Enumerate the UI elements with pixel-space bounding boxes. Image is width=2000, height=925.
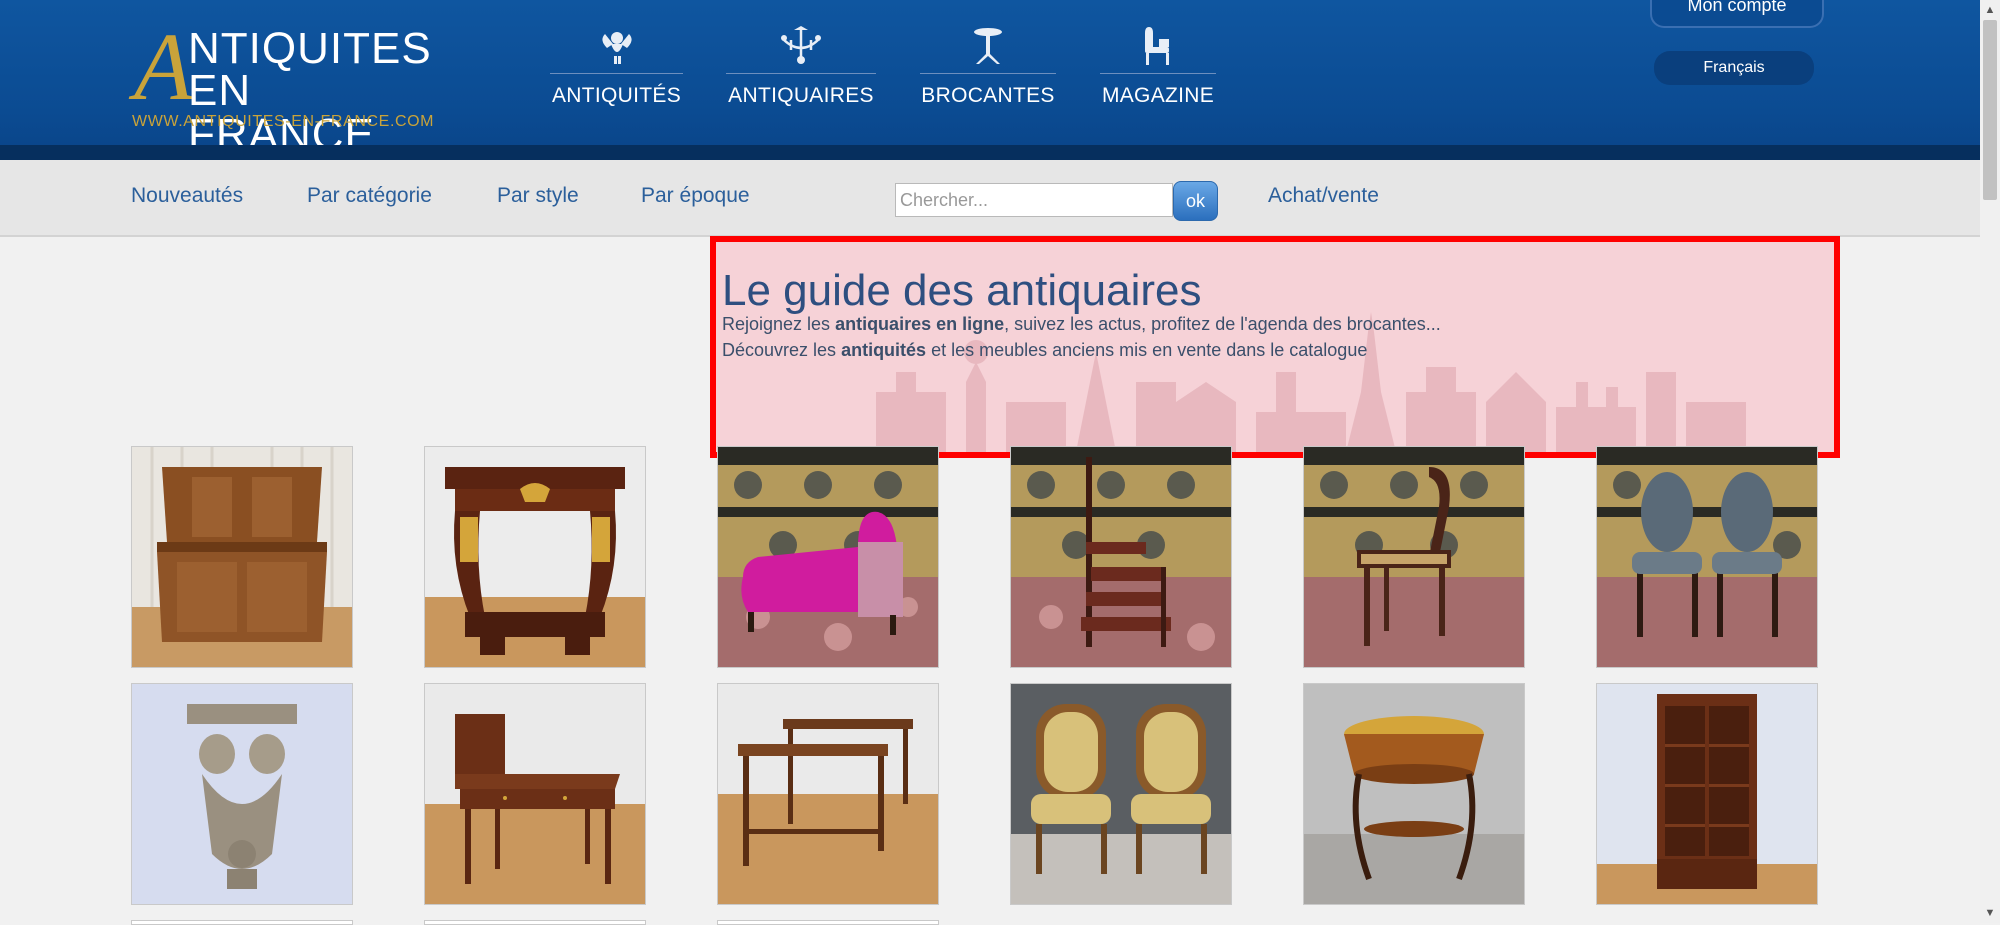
chandelier-icon (726, 25, 876, 67)
banner-title: Le guide des antiquaires (722, 266, 1202, 315)
logo-letter: A (134, 13, 193, 120)
product-pair-of-armchairs[interactable] (1010, 683, 1232, 905)
sub-navigation: Nouveautés Par catégorie Par style Par é… (0, 160, 1980, 237)
search-input[interactable] (895, 183, 1173, 217)
link-antiquites[interactable]: antiquités (841, 340, 926, 360)
nav-label: ANTIQUAIRES (728, 84, 874, 107)
account-button[interactable]: Mon compte (1650, 0, 1824, 28)
site-logo[interactable]: A NTIQUITES EN FRANCE WWW.ANTIQUITES-EN-… (130, 19, 450, 157)
language-selector[interactable]: Français (1654, 51, 1814, 85)
guide-banner: Le guide des antiquaires Rejoignez les a… (710, 236, 1840, 458)
link-antiquaires-en-ligne[interactable]: antiquaires en ligne (835, 314, 1004, 334)
scroll-down-icon[interactable]: ▼ (1980, 903, 2000, 923)
subnav-par-epoque[interactable]: Par époque (641, 184, 750, 208)
product-pink-chaise-longue[interactable] (717, 446, 939, 668)
product-pair-of-chairs[interactable] (1596, 446, 1818, 668)
page-scrollbar[interactable]: ▲ ▼ (1980, 0, 2000, 923)
logo-url: WWW.ANTIQUITES-EN-FRANCE.COM (132, 113, 435, 130)
product-writing-desk[interactable] (424, 683, 646, 905)
search-submit-button[interactable]: ok (1173, 181, 1218, 221)
site-header: A NTIQUITES EN FRANCE WWW.ANTIQUITES-EN-… (0, 0, 1980, 160)
header-bottom-bar (0, 145, 1980, 160)
scrollbar-thumb[interactable] (1983, 20, 1997, 200)
product-walnut-buffet[interactable] (131, 446, 353, 668)
chair-icon (1100, 25, 1216, 67)
nav-label: BROCANTES (921, 84, 1055, 107)
product-cane-chair[interactable] (1303, 446, 1525, 668)
pedestal-table-icon (920, 25, 1056, 67)
nav-label: MAGAZINE (1101, 84, 1215, 107)
product-empire-console[interactable] (424, 446, 646, 668)
logo-line-1: NTIQUITES (188, 24, 432, 73)
product-spiral-library-steps[interactable] (1010, 446, 1232, 668)
scroll-up-icon[interactable]: ▲ (1980, 0, 2000, 20)
product-marquetry-planter[interactable] (1303, 683, 1525, 905)
nav-magazine[interactable]: MAGAZINE (1100, 25, 1216, 110)
nav-antiquites[interactable]: ANTIQUITÉS (550, 25, 683, 110)
cherub-icon (550, 25, 683, 67)
nav-antiquaires[interactable]: ANTIQUAIRES (726, 25, 876, 110)
nav-label: ANTIQUITÉS (551, 84, 681, 107)
subnav-par-style[interactable]: Par style (497, 184, 579, 208)
product-console-pair[interactable] (717, 683, 939, 905)
product-stone-cherub-sculpture[interactable] (131, 683, 353, 905)
subnav-par-categorie[interactable]: Par catégorie (307, 184, 432, 208)
product-glazed-bookcase[interactable] (1596, 683, 1818, 905)
banner-text-line-1: Rejoignez les antiquaires en ligne, suiv… (722, 314, 1441, 334)
banner-text-line-2: Découvrez les antiquités et les meubles … (722, 340, 1368, 360)
subnav-nouveautes[interactable]: Nouveautés (131, 184, 243, 208)
subnav-achat-vente[interactable]: Achat/vente (1268, 184, 1379, 208)
nav-brocantes[interactable]: BROCANTES (920, 25, 1056, 110)
